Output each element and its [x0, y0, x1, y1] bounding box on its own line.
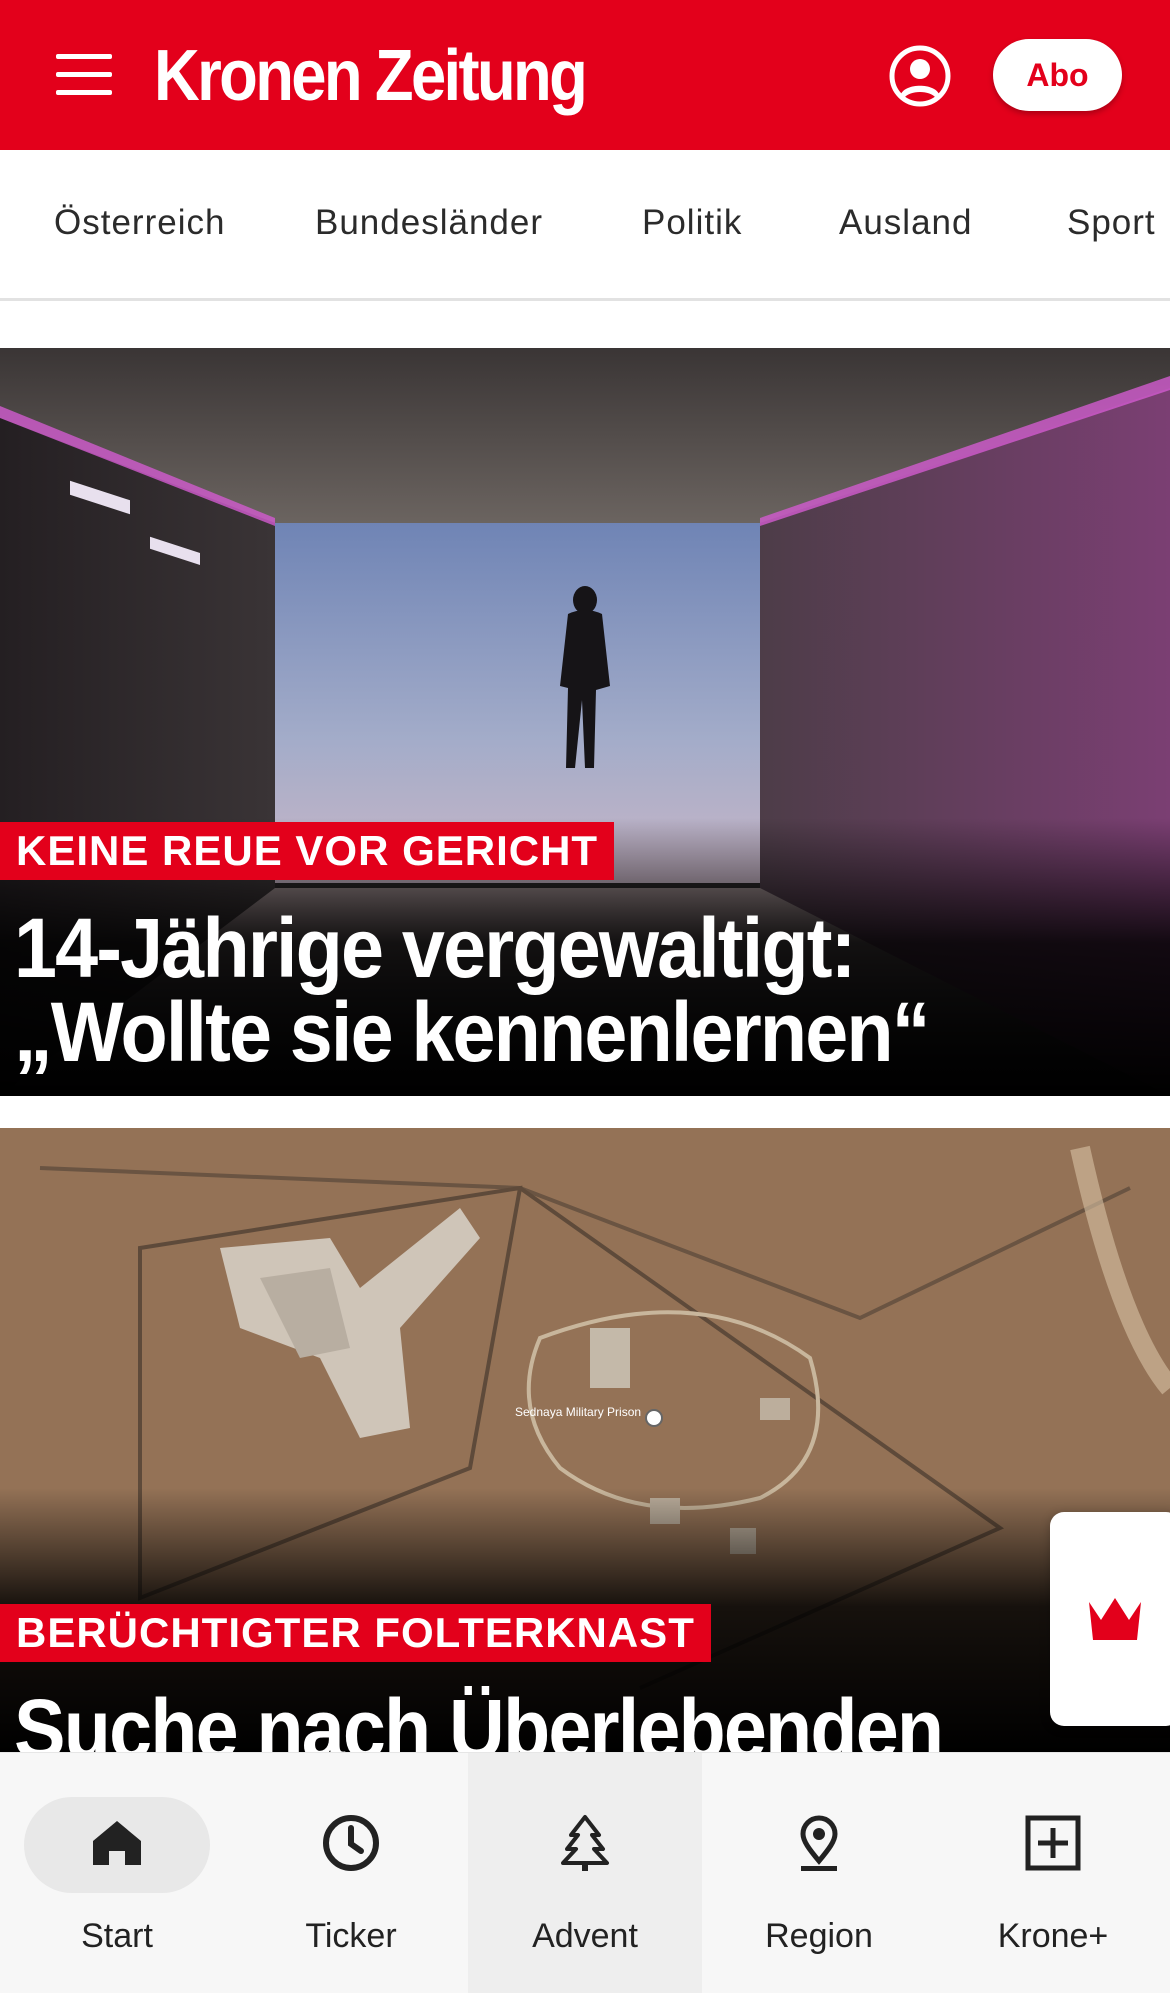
abo-button[interactable]: Abo [993, 39, 1122, 111]
category-oesterreich[interactable]: Österreich [54, 198, 225, 248]
category-ausland[interactable]: Ausland [839, 198, 972, 248]
nav-advent[interactable]: Advent [468, 1753, 702, 1993]
bottom-navigation: Start Ticker Advent Region Krone+ [0, 1752, 1170, 1993]
category-bundeslaender[interactable]: Bundesländer [315, 198, 543, 248]
user-icon [889, 45, 951, 107]
article-headline-line2[interactable]: „Wollte sie kennenlernen“ [14, 989, 930, 1075]
menu-button[interactable] [52, 48, 116, 102]
krone-plus-floating-button[interactable] [1050, 1512, 1170, 1726]
clock-icon [323, 1815, 379, 1871]
hamburger-icon-line [56, 90, 112, 95]
category-sport[interactable]: Sport [1067, 198, 1156, 248]
nav-region[interactable]: Region [702, 1753, 936, 1993]
article-card[interactable]: KEINE REUE VOR GERICHT 14-Jährige vergew… [0, 348, 1170, 1096]
article-headline-line1[interactable]: Suche nach Überlebenden [14, 1686, 944, 1752]
brand-logo[interactable]: Kronen Zeitung [154, 34, 588, 118]
category-nav: Österreich Bundesländer Politik Ausland … [0, 150, 1170, 301]
location-pin-icon [800, 1815, 838, 1871]
map-place-label: Sednaya Military Prison [515, 1405, 641, 1419]
app-header: Kronen Zeitung Abo [0, 0, 1170, 150]
tree-icon [561, 1815, 609, 1871]
hamburger-icon [56, 54, 112, 59]
nav-ticker[interactable]: Ticker [234, 1753, 468, 1993]
nav-label: Region [765, 1917, 873, 1955]
account-button[interactable] [888, 44, 952, 108]
nav-label: Krone+ [997, 1917, 1109, 1955]
article-headline-line1[interactable]: 14-Jährige vergewaltigt: [14, 905, 856, 991]
article-kicker: BERÜCHTIGTER FOLTERKNAST [0, 1604, 711, 1662]
nav-label: Advent [532, 1917, 638, 1955]
home-icon [93, 1821, 141, 1865]
category-politik[interactable]: Politik [642, 198, 742, 248]
crown-icon [1089, 1598, 1141, 1640]
nav-label: Start [81, 1917, 153, 1955]
nav-label: Ticker [305, 1917, 397, 1955]
plus-box-icon [1025, 1815, 1081, 1871]
article-kicker: KEINE REUE VOR GERICHT [0, 822, 615, 880]
article-card[interactable]: Sednaya Military Prison BERÜCHTIGTER FOL… [0, 1128, 1170, 1752]
nav-start[interactable]: Start [0, 1753, 234, 1993]
hamburger-icon-line [56, 72, 112, 77]
nav-krone-plus[interactable]: Krone+ [936, 1753, 1170, 1993]
